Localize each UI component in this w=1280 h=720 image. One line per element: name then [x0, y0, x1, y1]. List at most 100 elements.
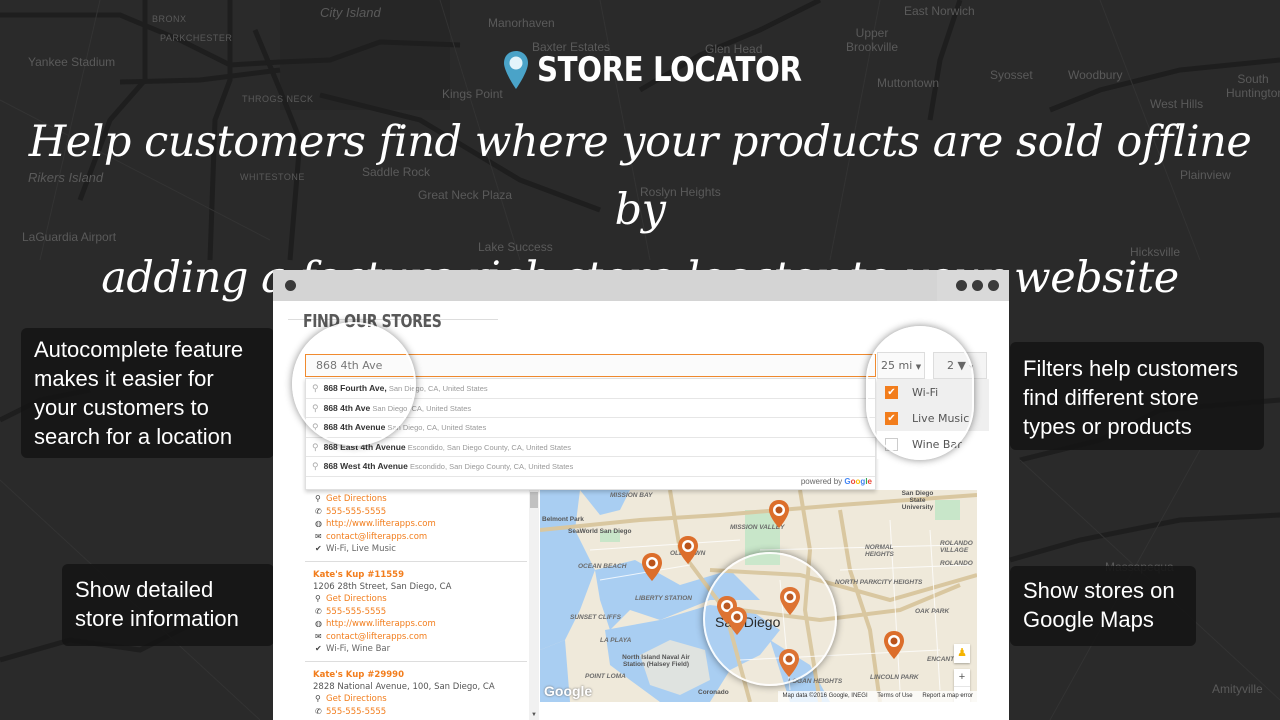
- map-label: LA PLAYA: [600, 637, 632, 644]
- bg-map-label: City Island: [320, 5, 381, 20]
- map-label: OAK PARK: [915, 608, 950, 615]
- store-item[interactable]: Kate's Kup #29990 2828 National Avenue, …: [305, 662, 527, 720]
- checkbox-icon[interactable]: [885, 437, 898, 451]
- zoom-in-button[interactable]: +: [954, 669, 970, 686]
- map-label: SUNSET CLIFFS: [570, 614, 621, 621]
- phone-link[interactable]: ✆ 555-555-5555: [313, 506, 519, 519]
- store-item[interactable]: Kate's Kup #11559 1206 28th Street, San …: [305, 562, 527, 662]
- store-map-pin-icon[interactable]: [768, 499, 790, 529]
- filter-button[interactable]: 2 ▼ ▾: [933, 352, 987, 379]
- location-pin-icon: ⚲: [312, 441, 319, 452]
- browser-titlebar: [273, 270, 1009, 301]
- store-map-pin-icon[interactable]: [779, 586, 801, 616]
- callout-text: Autocomplete feature: [34, 337, 244, 362]
- checkbox-checked-icon[interactable]: ✔: [885, 411, 898, 425]
- bg-map-label: THROGS NECK: [242, 94, 314, 104]
- phone-icon: ✆: [315, 706, 322, 716]
- phone-icon: ✆: [315, 606, 322, 616]
- store-address: 1206 28th Street, San Diego, CA: [313, 581, 452, 592]
- filter-option-wifi[interactable]: ✔ Wi-Fi: [877, 379, 989, 405]
- callout-text: your customers to: [34, 395, 209, 420]
- map-label: NORMAL HEIGHTS: [865, 544, 894, 558]
- callout-text: types or products: [1023, 414, 1192, 439]
- check-icon: ✔: [315, 544, 322, 553]
- map-label: POINT LOMA: [585, 673, 626, 680]
- filter-option-wine-bar[interactable]: Wine Bar: [877, 431, 989, 457]
- location-search-input[interactable]: [305, 354, 876, 377]
- store-tags: ✔ Wi-Fi, Wine Bar: [315, 644, 391, 654]
- map-label: OCEAN BEACH: [578, 563, 627, 570]
- brand-title: STORE LOCATOR: [537, 50, 802, 90]
- store-tags: ✔ Wi-Fi, Live Music: [315, 544, 396, 554]
- google-map[interactable]: MISSION BAY Belmont Park SeaWorld San Di…: [540, 490, 977, 702]
- map-label: LIBERTY STATION: [635, 595, 692, 602]
- callout-text: Filters help customers: [1023, 356, 1239, 381]
- callout-text: Show stores on: [1023, 578, 1175, 603]
- globe-icon: ◍: [315, 619, 322, 628]
- callout-filters: Filters help customers find different st…: [1010, 342, 1264, 450]
- phone-link[interactable]: ✆ 555-555-5555: [313, 606, 519, 619]
- store-name[interactable]: Kate's Kup #11559: [313, 562, 519, 581]
- tagline-line-1: Help customers find where your products …: [28, 117, 1252, 235]
- bg-map-label: East Norwich: [904, 4, 975, 18]
- envelope-icon: ✉: [315, 531, 322, 541]
- autocomplete-item[interactable]: ⚲ 868 4th Avenue San Diego, CA, United St…: [306, 418, 875, 438]
- callout-text: store information: [75, 606, 239, 631]
- store-map-pin-icon[interactable]: [677, 535, 699, 565]
- filter-dropdown: ✔ Wi-Fi ✔ Live Music Wine Bar: [877, 379, 989, 459]
- website-link[interactable]: ◍ http://www.lifterapps.com: [313, 518, 519, 531]
- report-error-link[interactable]: Report a map error: [922, 693, 973, 699]
- email-link[interactable]: ✉ contact@lifterapps.com: [313, 631, 519, 644]
- powered-by-google: powered by Google: [800, 477, 872, 486]
- location-pin-icon: ⚲: [312, 461, 319, 471]
- bg-map-label: Upper Brookville: [845, 26, 899, 54]
- store-address: 2828 National Avenue, 100, San Diego, CA: [313, 681, 495, 692]
- caret-down-icon: ▾: [969, 363, 973, 371]
- autocomplete-item[interactable]: ⚲ 868 4th Ave San Diego, CA, United State…: [306, 399, 875, 418]
- autocomplete-item[interactable]: ⚲ 868 Fourth Ave, San Diego, CA, United S…: [306, 379, 875, 399]
- store-map-pin-icon[interactable]: [778, 648, 800, 678]
- checkbox-checked-icon[interactable]: ✔: [885, 385, 898, 399]
- store-item[interactable]: ⚲ Get Directions ✆ 555-555-5555 ◍ http://ww…: [305, 490, 527, 562]
- callout-autocomplete: Autocomplete feature makes it easier for…: [21, 328, 274, 458]
- store-map-pin-icon[interactable]: [726, 606, 748, 636]
- store-map-pin-icon[interactable]: [883, 630, 905, 660]
- map-label: North Island Naval Air Station (Halsey F…: [622, 654, 690, 668]
- bg-map-label: Muttontown: [877, 76, 940, 90]
- map-label: ROLANDO: [940, 560, 973, 567]
- autocomplete-item[interactable]: ⚲ 868 East 4th Avenue Escondido, San Dieg…: [306, 438, 875, 457]
- phone-link[interactable]: ✆ 555-555-5555: [313, 706, 519, 719]
- terms-link[interactable]: Terms of Use: [877, 693, 912, 699]
- bg-map-label: Kings Point: [442, 87, 503, 101]
- map-attribution: Map data ©2016 Google, INEGI Terms of Us…: [778, 691, 977, 702]
- store-map-pin-icon[interactable]: [641, 552, 663, 582]
- store-list-scrollbar[interactable]: ▼: [529, 490, 539, 720]
- bg-map-label: PARKCHESTER: [160, 33, 233, 43]
- scroll-thumb[interactable]: [530, 492, 538, 508]
- location-pin-icon: ⚲: [312, 422, 319, 432]
- callout-text: search for a location: [34, 424, 233, 449]
- callout-text: makes it easier for: [34, 366, 214, 391]
- map-marker-icon: ⚲: [315, 694, 321, 703]
- bg-map-label: Woodbury: [1068, 68, 1123, 82]
- map-label: CITY HEIGHTS: [877, 579, 923, 586]
- map-label: ROLANDO VILLAGE: [940, 540, 973, 554]
- autocomplete-item[interactable]: ⚲ 868 West 4th Avenue Escondido, San Dieg…: [306, 457, 875, 477]
- street-view-pegman-icon[interactable]: ♟: [954, 644, 970, 663]
- google-logo: Google: [544, 683, 593, 699]
- get-directions-link[interactable]: ⚲ Get Directions: [313, 490, 519, 506]
- globe-icon: ◍: [315, 519, 322, 528]
- callout-text: Show detailed: [75, 577, 214, 602]
- radius-select[interactable]: 25 mi ▼: [877, 352, 925, 379]
- email-link[interactable]: ✉ contact@lifterapps.com: [313, 531, 519, 544]
- scroll-down-arrow-icon[interactable]: ▼: [531, 712, 537, 718]
- get-directions-link[interactable]: ⚲ Get Directions: [313, 693, 519, 706]
- map-label: SeaWorld San Diego: [568, 528, 632, 535]
- store-name[interactable]: Kate's Kup #29990: [313, 662, 519, 681]
- website-link[interactable]: ◍ http://www.lifterapps.com: [313, 618, 519, 631]
- envelope-icon: ✉: [315, 631, 322, 641]
- get-directions-link[interactable]: ⚲ Get Directions: [313, 593, 519, 606]
- map-label: LOGAN HEIGHTS: [788, 678, 843, 685]
- filter-option-live-music[interactable]: ✔ Live Music: [877, 405, 989, 431]
- store-locator-page: FIND OUR STORES 25 mi ▼ 2 ▼ ▾ ⚲868 Fourt…: [273, 301, 1009, 720]
